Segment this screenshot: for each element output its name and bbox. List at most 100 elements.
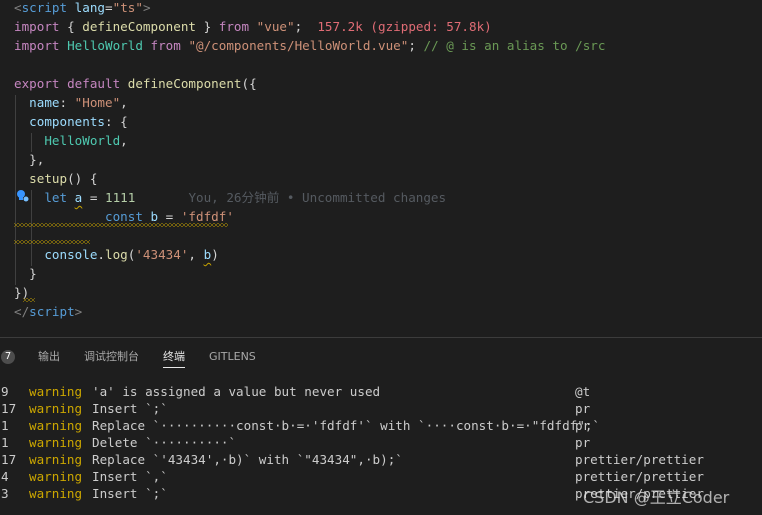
code-token: "ts" [112, 0, 143, 15]
problem-row[interactable]: 1 warning Delete `··········` pr [0, 434, 762, 451]
code-token: '43434' [135, 247, 189, 262]
code-token: name [14, 95, 60, 110]
code-token: "@/components/HelloWorld.vue" [188, 38, 409, 53]
code-token: > [142, 0, 151, 15]
code-token: log [105, 247, 128, 262]
code-token: ({ [241, 76, 257, 91]
line-number: 1 [1, 435, 9, 450]
code-token: "Home" [74, 95, 121, 110]
code-token: , [120, 133, 128, 148]
code-token: HelloWorld [14, 133, 121, 148]
code-line[interactable]: import { defineComponent } from "vue"; 1… [14, 17, 492, 36]
code-line[interactable]: </script> [14, 302, 82, 321]
code-token: You, 26分钟前 • Uncommitted changes [188, 190, 447, 205]
code-token: from [218, 19, 250, 34]
warning-level: warning [29, 469, 83, 484]
problem-message: Replace `'43434',·b)` with `"43434",·b);… [92, 452, 403, 467]
code-token: console [14, 247, 98, 262]
code-token: () { [67, 171, 98, 186]
warning-level: warning [29, 384, 83, 399]
tab-terminal[interactable]: 终端 [163, 349, 185, 368]
code-token: default [67, 76, 121, 91]
code-line[interactable]: name: "Home", [14, 93, 128, 112]
problem-row[interactable]: 17 warning Replace `'43434',·b)` with `"43… [0, 451, 762, 468]
line-number: 17 [1, 401, 17, 416]
code-token: > [74, 304, 83, 319]
problem-row[interactable]: 4 warning Insert `,` prettier/prettier [0, 468, 762, 485]
code-editor[interactable]: <script lang="ts"> import { defineCompone… [0, 0, 762, 336]
problem-message: Insert `;` [92, 401, 168, 416]
warning-level: warning [29, 401, 83, 416]
problem-message: Insert `;` [92, 486, 168, 501]
warning-squiggle [23, 298, 35, 302]
problem-source: pr [575, 418, 591, 433]
lightbulb-icon[interactable] [15, 188, 29, 202]
code-token: b [150, 209, 159, 224]
code-token: import [14, 19, 60, 34]
code-token: 1111 [105, 190, 136, 205]
problem-source: pr [575, 435, 591, 450]
warning-squiggle [14, 240, 90, 244]
code-line[interactable]: } [14, 264, 37, 283]
warning-level: warning [29, 418, 83, 433]
warning-level: warning [29, 486, 83, 501]
code-token: = [105, 0, 113, 15]
code-token: "vue" [256, 19, 295, 34]
code-token: defineComponent [127, 76, 242, 91]
code-line[interactable]: }, [14, 150, 44, 169]
problem-message: Replace `··········const·b·=·'fdfdf'` wi… [92, 418, 600, 433]
panel-tabs: 7 输出 调试控制台 终端 GITLENS [0, 338, 762, 374]
code-token: } [195, 19, 219, 34]
problems-count-badge[interactable]: 7 [1, 350, 15, 364]
code-token: 157.2k (gzipped: 57.8k) [317, 19, 492, 34]
code-line[interactable]: setup() { [14, 169, 97, 188]
code-token: HelloWorld [59, 38, 143, 53]
problem-source: @t [575, 384, 591, 399]
problem-message: Delete `··········` [92, 435, 237, 450]
tab-gitlens[interactable]: GITLENS [209, 349, 256, 367]
problem-source: prettier/prettier [575, 469, 704, 484]
line-number: 9 [1, 384, 9, 399]
code-token: = [158, 209, 181, 224]
tab-output[interactable]: 输出 [38, 349, 60, 367]
code-line[interactable]: components: { [14, 112, 128, 131]
code-line[interactable]: export default defineComponent({ [14, 74, 257, 93]
code-token: , [120, 95, 128, 110]
code-line[interactable]: import HelloWorld from "@/components/Hel… [14, 36, 605, 55]
code-token: from [150, 38, 181, 53]
line-number: 17 [1, 452, 17, 467]
line-number: 3 [1, 486, 9, 501]
problem-row[interactable]: 9 warning 'a' is assigned a value but neve… [0, 383, 762, 400]
code-line[interactable]: console.log('43434', b) [14, 245, 218, 264]
code-line[interactable]: let a = 1111 You, 26分钟前 • Uncommitted ch… [14, 188, 446, 207]
code-token: } [14, 266, 37, 281]
code-token: ; [408, 38, 424, 53]
warning-level: warning [29, 435, 83, 450]
code-line[interactable]: HelloWorld, [14, 131, 128, 150]
code-token: , [188, 247, 204, 262]
code-token: { [59, 19, 83, 34]
tab-debug-console[interactable]: 调试控制台 [84, 349, 139, 367]
line-number: 4 [1, 469, 9, 484]
problem-row[interactable]: 17 warning Insert `;` pr [0, 400, 762, 417]
code-token: 'fdfdf' [180, 209, 234, 224]
code-token: const [14, 209, 143, 224]
warning-squiggle [14, 223, 228, 227]
code-line[interactable]: <script lang="ts"> [14, 0, 151, 17]
code-token: defineComponent [82, 19, 196, 34]
vscode-window: <script lang="ts"> import { defineCompone… [0, 0, 762, 515]
code-token: : [59, 95, 75, 110]
problem-message: Insert `,` [92, 469, 168, 484]
problem-row[interactable]: 1 warning Replace `··········const·b·=·'fd… [0, 417, 762, 434]
code-token: import [14, 38, 60, 53]
code-token: ; [294, 19, 318, 34]
code-token: // @ is an alias to /src [423, 38, 606, 53]
watermark: CSDN @王立Coder [583, 488, 730, 507]
code-token: script [29, 304, 75, 319]
